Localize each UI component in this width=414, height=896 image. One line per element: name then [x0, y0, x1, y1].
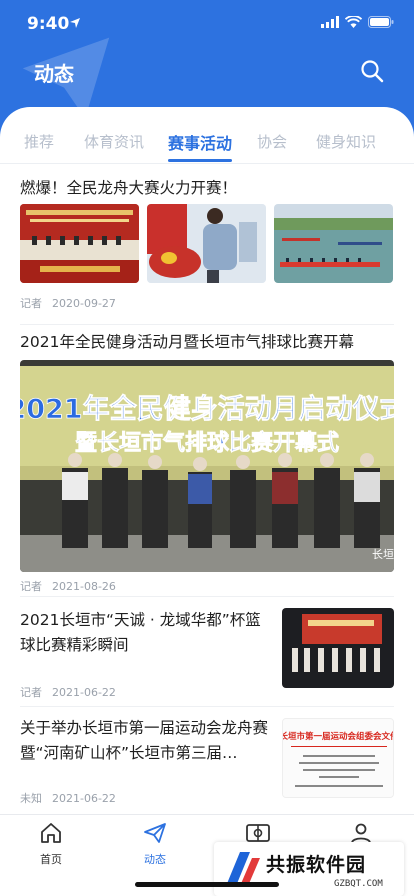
divider [20, 324, 394, 325]
news-title: 2021年全民健身活动月暨长垣市气排球比赛开幕 [20, 333, 354, 351]
paper-plane-icon [144, 823, 166, 843]
tabbar-feed[interactable]: 动态 [125, 821, 185, 867]
home-indicator [135, 882, 279, 887]
banner-line1: 2021年全民健身活动月启动仪式 [20, 393, 394, 425]
tab-recommended[interactable]: 推荐 [24, 131, 54, 152]
news-meta: 记者 2021-08-26 [20, 578, 116, 594]
dragon-eye-dotting-photo [147, 204, 266, 283]
search-icon[interactable] [360, 59, 384, 83]
status-time: 9:40 [27, 14, 70, 34]
news-image: 长垣市第一届运动会组委会文件 [282, 718, 394, 798]
image-corner-label: 长垣 [372, 548, 394, 561]
news-item[interactable]: 关于举办长垣市第一届运动会龙舟赛暨“河南矿山杯”长垣市第三届… 长垣市第一届运动… [20, 716, 396, 816]
official-document-photo: 长垣市第一届运动会组委会文件 [283, 719, 394, 797]
wifi-icon [345, 16, 362, 28]
tab-active-indicator [168, 159, 232, 162]
basketball-awards-photo [282, 608, 394, 688]
banner-line2: 暨长垣市气排球比赛开幕式 [75, 430, 339, 456]
news-item[interactable]: 2021长垣市“天诚 · 龙域华都”杯篮球比赛精彩瞬间 记者 2021-06-22 [20, 608, 396, 700]
divider [20, 596, 394, 597]
tab-divider [0, 163, 414, 164]
tabbar-home[interactable]: 首页 [21, 821, 81, 867]
news-image [282, 608, 394, 688]
news-image [147, 204, 266, 283]
news-author: 未知 [20, 792, 42, 805]
news-title: 2021长垣市“天诚 · 龙域华都”杯篮球比赛精彩瞬间 [20, 611, 261, 654]
page-title: 动态 [34, 62, 74, 86]
battery-icon [368, 16, 394, 28]
cellular-signal-icon [321, 16, 339, 28]
news-image [274, 204, 393, 283]
news-item[interactable]: 燃爆！全民龙舟大赛火力开赛！ 记者 2020-09-27 [20, 176, 396, 316]
news-title: 燃爆！全民龙舟大赛火力开赛！ [20, 179, 238, 197]
news-author: 记者 [20, 580, 42, 593]
news-image: 2021年全民健身活动月启动仪式 暨长垣市气排球比赛开幕式 长垣 [20, 360, 394, 572]
news-date: 2021-06-22 [52, 792, 116, 805]
tab-fitness-knowledge[interactable]: 健身知识 [316, 131, 376, 152]
location-arrow-icon [70, 18, 80, 28]
tabbar-feed-label: 动态 [144, 853, 166, 866]
news-date: 2021-06-22 [52, 686, 116, 699]
content-panel: 推荐 体育资讯 赛事活动 协会 健身知识 燃爆！全民龙舟大赛火力开赛！ 记者 2… [0, 107, 414, 827]
news-title: 关于举办长垣市第一届运动会龙舟赛暨“河南矿山杯”长垣市第三届… [20, 719, 269, 762]
dragon-boat-race-photo [274, 204, 393, 283]
tabbar-home-label: 首页 [40, 853, 62, 866]
status-icons [321, 16, 394, 28]
divider [20, 706, 394, 707]
news-date: 2021-08-26 [52, 580, 116, 593]
news-image [20, 204, 139, 283]
tab-association[interactable]: 协会 [257, 131, 287, 152]
site-watermark: 共振软件园 GZBQT.COM [214, 842, 404, 896]
news-meta: 记者 2020-09-27 [20, 295, 116, 311]
news-author: 记者 [20, 686, 42, 699]
opening-ceremony-photo: 2021年全民健身活动月启动仪式 暨长垣市气排球比赛开幕式 长垣 [20, 360, 394, 572]
watermark-url: GZBQT.COM [334, 879, 383, 889]
news-item[interactable]: 2021年全民健身活动月暨长垣市气排球比赛开幕 2021年全民健身活动月启动仪式… [20, 330, 396, 593]
news-meta: 未知 2021-06-22 [20, 790, 116, 806]
news-date: 2020-09-27 [52, 297, 116, 310]
status-bar: 9:40 [0, 0, 414, 48]
stage-photo [20, 204, 139, 283]
document-title: 长垣市第一届运动会组委会文件 [283, 731, 394, 742]
category-tabs: 推荐 体育资讯 赛事活动 协会 健身知识 [0, 123, 414, 163]
tab-sports-news[interactable]: 体育资讯 [84, 131, 144, 152]
news-meta: 记者 2021-06-22 [20, 684, 116, 700]
watermark-text: 共振软件园 [266, 854, 367, 876]
tab-events[interactable]: 赛事活动 [168, 130, 232, 154]
home-icon [41, 823, 61, 843]
news-author: 记者 [20, 297, 42, 310]
